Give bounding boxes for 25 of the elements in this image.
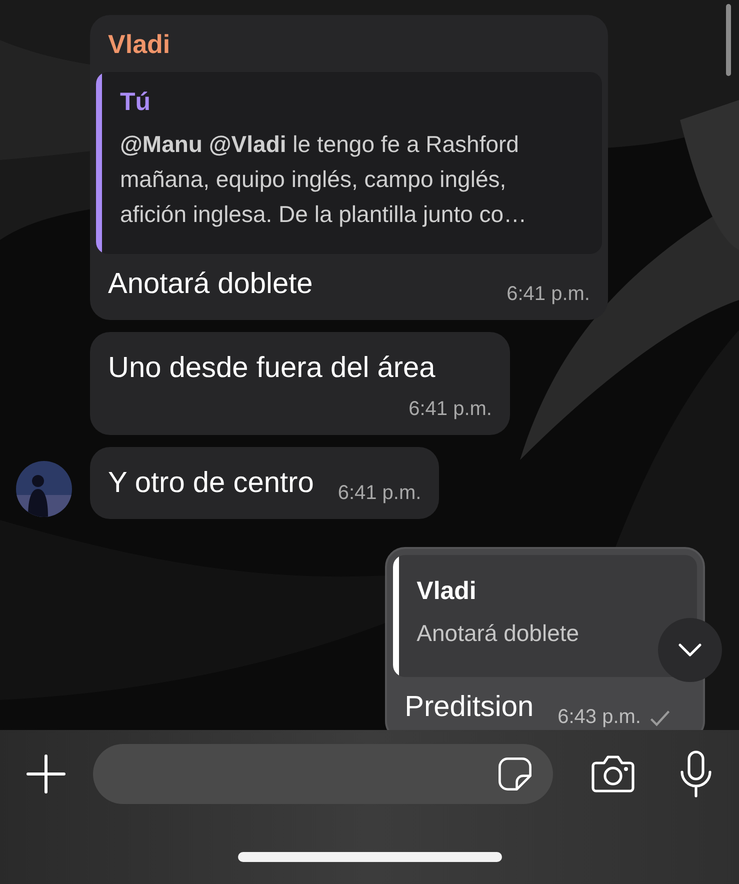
message-time: 6:41 p.m. xyxy=(506,283,590,306)
quote-text: Anotará doblete xyxy=(416,619,580,648)
plus-icon[interactable] xyxy=(26,754,66,794)
message-bubble[interactable]: Uno desde fuera del área 6:41 p.m. xyxy=(90,332,510,435)
quote-author: Tú xyxy=(120,88,152,117)
sender-name: Vladi xyxy=(107,28,172,61)
chevron-down-icon xyxy=(678,643,702,657)
quoted-message[interactable]: Vladi Anotará doblete xyxy=(392,555,697,677)
camera-icon[interactable] xyxy=(589,754,637,794)
message-bubble[interactable]: Y otro de centro 6:41 p.m. xyxy=(90,447,440,519)
message-text: Y otro de centro xyxy=(108,466,314,501)
message-text: Anotará doblete xyxy=(108,267,313,302)
message-bubble[interactable]: Vladi Tú @Manu @Vladi le tengo fe a Rashford mañana, equipo inglés, campo inglés, afición inglesa. De la plantilla junto co… Anotará doblete 6:41 p.m. xyxy=(90,15,608,320)
quote-text: @Manu @Vladi le tengo fe a Rashford mañana, equipo inglés, campo inglés, afición inglesa. De la plantilla junto co… xyxy=(120,130,528,229)
message-time: 6:43 p.m. xyxy=(558,706,641,729)
message-bubble[interactable]: Vladi Anotará doblete Preditsion 6:43 p.m. xyxy=(384,547,705,730)
sticker-icon[interactable] xyxy=(497,756,533,792)
message-text: Uno desde fuera del área xyxy=(108,351,436,386)
message-time: 6:41 p.m. xyxy=(338,482,422,505)
scrollbar xyxy=(726,4,731,76)
quote-author: Vladi xyxy=(416,577,478,606)
message-time: 6:41 p.m. xyxy=(408,398,492,421)
quoted-message[interactable]: Tú @Manu @Vladi le tengo fe a Rashford mañana, equipo inglés, campo inglés, afición inglesa. De la plantilla junto co… xyxy=(96,72,602,254)
microphone-icon[interactable] xyxy=(679,750,713,798)
message-text: Preditsion xyxy=(404,690,534,725)
